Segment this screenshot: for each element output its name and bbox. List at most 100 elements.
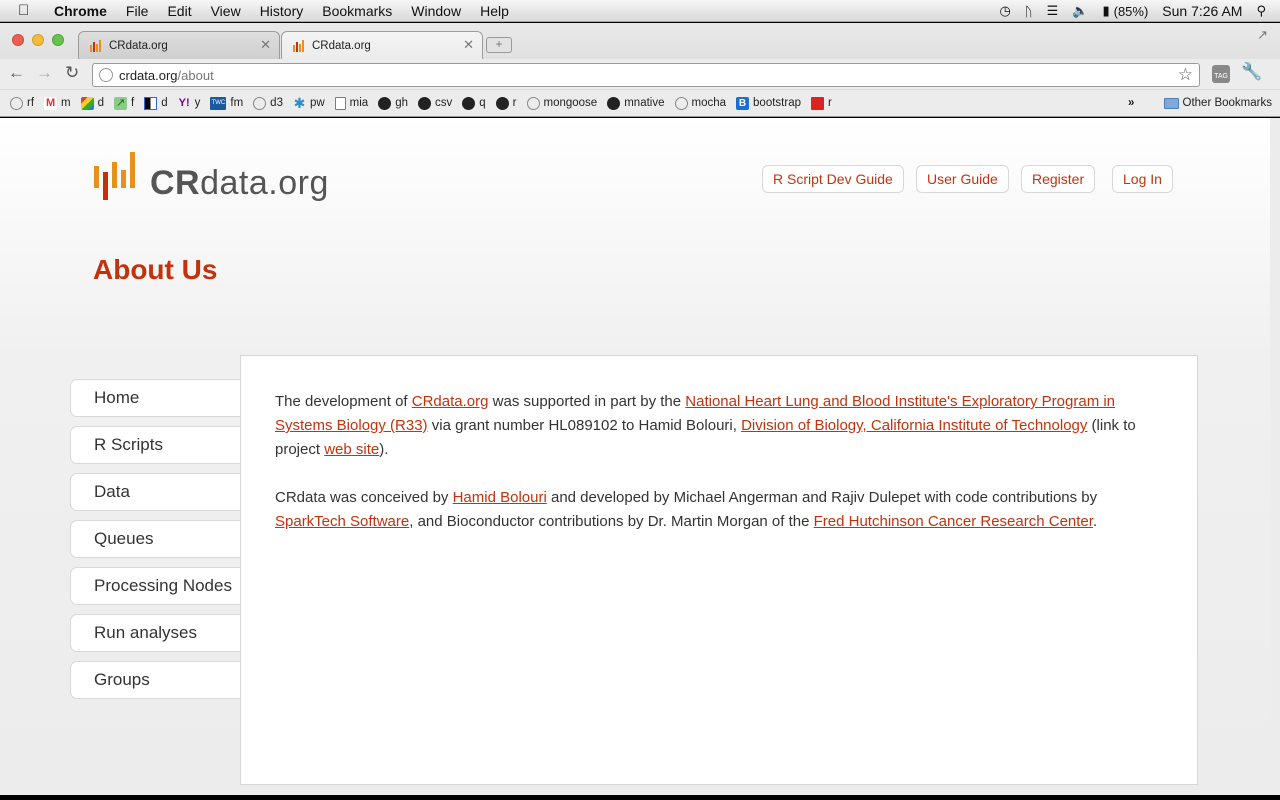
menu-edit[interactable]: Edit [167, 3, 191, 19]
logo-bars-icon [94, 152, 135, 200]
sidebar-item-queues[interactable]: Queues [70, 520, 242, 558]
page-title: About Us [93, 254, 218, 285]
menu-app[interactable]: Chrome [54, 3, 107, 19]
back-button[interactable]: ← [8, 63, 25, 83]
reload-button[interactable]: ↻ [65, 63, 79, 83]
bookmark-mnative[interactable]: mnative [607, 96, 665, 110]
time-machine-icon[interactable]: ◷ [999, 3, 1010, 19]
folder-icon [1163, 97, 1179, 109]
funding-paragraph: The development of CRdata.org was suppor… [275, 393, 1136, 458]
menu-window[interactable]: Window [411, 3, 461, 19]
menu-view[interactable]: View [211, 3, 241, 19]
minimize-window-button[interactable] [32, 34, 44, 46]
bookmark-y[interactable]: Y! y [178, 97, 201, 110]
sidebar-item-run-analyses[interactable]: Run analyses [70, 614, 242, 652]
github-icon [607, 96, 621, 110]
bookmark-mia[interactable]: mia [334, 96, 368, 110]
other-bookmarks[interactable]: Other Bookmarks [1163, 97, 1272, 109]
crdata-favicon-icon [90, 40, 101, 52]
new-tab-button[interactable]: + [486, 37, 512, 53]
tab-crdata-1[interactable]: CRdata.org ✕ [78, 31, 280, 59]
yahoo-icon: Y! [178, 96, 190, 109]
tab-title: CRdata.org [312, 39, 371, 52]
menubar-clock[interactable]: Sun 7:26 AM [1162, 3, 1242, 19]
volume-icon[interactable]: 🔈 [1072, 3, 1088, 19]
bookmark-csv[interactable]: csv [418, 96, 452, 110]
bookmark-q[interactable]: q [462, 96, 486, 110]
sidebar-item-data[interactable]: Data [70, 473, 242, 511]
tag-extension-icon[interactable]: TAG [1212, 65, 1230, 83]
crdata-logo[interactable]: CRdata.org [94, 152, 329, 200]
page-content: CRdata.org R Script Dev Guide User Guide… [0, 118, 1270, 795]
twc-icon: TWC [210, 96, 227, 110]
globe-icon [674, 96, 688, 110]
url-path: /about [177, 67, 214, 83]
fullscreen-icon[interactable]: ↗ [1257, 27, 1268, 43]
globe-icon [526, 96, 540, 110]
page-icon [334, 96, 346, 110]
sidebar-item-groups[interactable]: Groups [70, 661, 242, 699]
bookmark-pw[interactable]: ✱ pw [293, 96, 325, 110]
bookmark-d-2[interactable]: d [144, 96, 168, 110]
wifi-icon[interactable]: ☰ [1047, 3, 1059, 19]
menu-history[interactable]: History [260, 3, 304, 19]
github-icon [462, 96, 476, 110]
nav-register[interactable]: Register [1021, 165, 1096, 193]
bookmark-gh[interactable]: gh [378, 96, 408, 110]
sidebar-item-home[interactable]: Home [70, 379, 242, 417]
bookmark-r-2[interactable]: r [810, 96, 832, 110]
macos-menubar:  Chrome File Edit View History Bookmark… [0, 0, 1280, 22]
bookmark-d[interactable]: d [80, 96, 104, 110]
bootstrap-icon: B [736, 96, 750, 110]
menu-bookmarks[interactable]: Bookmarks [322, 3, 392, 19]
bookmark-mocha[interactable]: mocha [674, 96, 726, 110]
bookmark-fm[interactable]: TWC fm [210, 96, 243, 110]
close-window-button[interactable] [12, 34, 24, 46]
hamid-bolouri-link[interactable]: Hamid Bolouri [453, 489, 547, 506]
sidebar-item-r-scripts[interactable]: R Scripts [70, 426, 242, 464]
bookmark-star-icon[interactable]: ☆ [1178, 65, 1193, 85]
project-website-link[interactable]: web site [324, 441, 379, 458]
tab-crdata-2[interactable]: CRdata.org ✕ [281, 31, 483, 59]
bookmark-mongoose[interactable]: mongoose [526, 96, 597, 110]
delicious-icon [144, 96, 158, 110]
page-info-icon[interactable] [99, 68, 113, 82]
bookmark-f[interactable]: ↗ f [114, 96, 134, 110]
bluetooth-icon[interactable]: ᚢ [1025, 4, 1033, 19]
crdata-link[interactable]: CRdata.org [412, 393, 489, 410]
wrench-menu-icon[interactable]: 🔧 [1241, 62, 1262, 82]
bookmark-m[interactable]: Mm [44, 96, 71, 110]
logo-text: CRdata.org [150, 164, 329, 202]
bookmark-d3[interactable]: d3 [253, 96, 283, 110]
sparktech-link[interactable]: SparkTech Software [275, 513, 409, 530]
credits-paragraph: CRdata was conceived by Hamid Bolouri an… [275, 489, 1098, 530]
menu-file[interactable]: File [126, 3, 149, 19]
browser-toolbar: ← → ↻ crdata.org/about ☆ TAG 🔧 [0, 59, 1280, 89]
zoom-window-button[interactable] [52, 34, 64, 46]
tab-close-icon[interactable]: ✕ [260, 37, 271, 53]
gmail-icon: M [44, 96, 58, 110]
github-icon [378, 96, 392, 110]
forward-button[interactable]: → [36, 63, 53, 83]
fred-hutchinson-link[interactable]: Fred Hutchinson Cancer Research Center [814, 513, 1093, 530]
menu-help[interactable]: Help [480, 3, 509, 19]
bookmark-r[interactable]: r [495, 96, 517, 110]
nav-r-script-dev-guide[interactable]: R Script Dev Guide [762, 165, 904, 193]
content-panel: The development of CRdata.org was suppor… [240, 355, 1198, 785]
tab-title: CRdata.org [109, 39, 168, 52]
tab-close-icon[interactable]: ✕ [463, 37, 474, 53]
page-scrollbar-track[interactable] [1270, 118, 1280, 795]
caltech-biology-link[interactable]: Division of Biology, California Institut… [741, 417, 1087, 434]
nav-log-in[interactable]: Log In [1112, 165, 1173, 193]
bookmarks-overflow-chevron-icon[interactable]: » [1128, 97, 1134, 109]
battery-icon[interactable]: ▮ [1102, 3, 1109, 19]
sidebar-item-processing-nodes[interactable]: Processing Nodes [70, 567, 242, 605]
bookmark-rf[interactable]: rf [10, 96, 34, 110]
apple-menu-icon[interactable]:  [18, 2, 40, 19]
crdata-favicon-icon [293, 40, 304, 52]
address-bar[interactable]: crdata.org/about ☆ [92, 63, 1200, 87]
nav-user-guide[interactable]: User Guide [916, 165, 1009, 193]
bookmark-bootstrap[interactable]: Bbootstrap [736, 96, 801, 110]
spotlight-icon[interactable]: ⚲ [1256, 3, 1266, 19]
bookmarks-bar: rf Mm d ↗ f d Y! y TWC fm d3 ✱ pw mia gh csv… [0, 90, 1280, 116]
